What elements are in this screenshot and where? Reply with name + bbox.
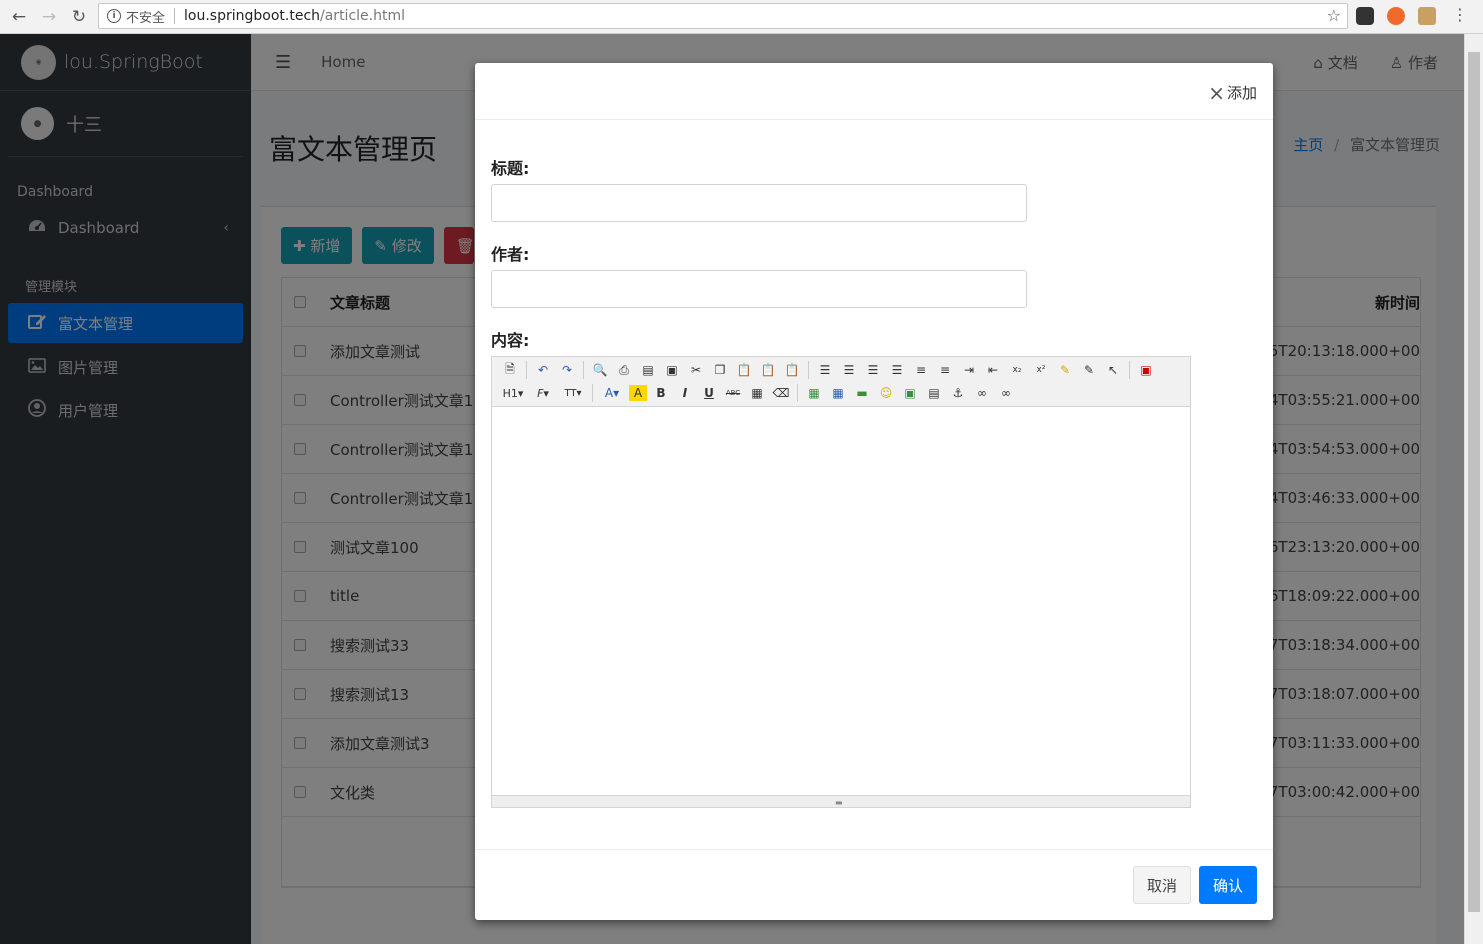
info-icon[interactable]: i bbox=[107, 9, 121, 23]
insert-image-icon[interactable]: ▦ bbox=[804, 383, 824, 403]
address-bar[interactable]: i 不安全 lou.springboot.tech/article.html ☆ bbox=[98, 3, 1348, 29]
editor-content-area[interactable] bbox=[492, 407, 1190, 795]
undo-icon[interactable]: ↶ bbox=[533, 360, 553, 380]
table-icon[interactable]: ▦ bbox=[828, 383, 848, 403]
forward-arrow-icon[interactable]: → bbox=[38, 6, 60, 28]
template-icon[interactable]: ▤ bbox=[638, 360, 658, 380]
quick-format-icon[interactable]: ↖ bbox=[1103, 360, 1123, 380]
page-break-icon[interactable]: ▤ bbox=[924, 383, 944, 403]
copy-icon[interactable]: ❐ bbox=[710, 360, 730, 380]
font-family-icon[interactable]: F▾ bbox=[530, 383, 556, 403]
redo-icon[interactable]: ↷ bbox=[557, 360, 577, 380]
subscript-icon[interactable]: x₂ bbox=[1007, 360, 1027, 380]
editor-statusbar: ▬ bbox=[492, 795, 1190, 807]
toolbar-divider bbox=[797, 384, 798, 402]
confirm-button[interactable]: 确认 bbox=[1199, 866, 1257, 904]
bold-icon[interactable]: B bbox=[651, 383, 671, 403]
modal-title: 添加 bbox=[1226, 84, 1257, 102]
modal-footer: 取消 确认 bbox=[475, 849, 1273, 920]
toolbar-divider bbox=[1129, 361, 1130, 379]
url-host: lou.springboot.tech bbox=[184, 8, 321, 24]
close-icon: × bbox=[1208, 80, 1225, 105]
strikethrough-icon[interactable]: ABC bbox=[723, 383, 743, 403]
align-center-icon[interactable]: ☰ bbox=[839, 360, 859, 380]
eraser-icon[interactable]: ⌫ bbox=[771, 383, 791, 403]
italic-icon[interactable]: I bbox=[675, 383, 695, 403]
address-divider bbox=[174, 8, 176, 24]
add-article-modal: × 添加 标题: 作者: 内容: 🗎 ↶ ↷ 🔍 ⎙ ▤ ▣ ✂ ❐ 📋 📋 📋… bbox=[475, 63, 1273, 920]
browser-chrome: ← → ↻ i 不安全 lou.springboot.tech/article.… bbox=[0, 0, 1483, 34]
modal-close-button[interactable]: × 添加 bbox=[1208, 82, 1257, 103]
ordered-list-icon[interactable]: ≡ bbox=[911, 360, 931, 380]
page-scrollbar[interactable] bbox=[1464, 34, 1483, 944]
editor-toolbar: 🗎 ↶ ↷ 🔍 ⎙ ▤ ▣ ✂ ❐ 📋 📋 📋 ☰ ☰ ☰ ☰ ≡ ≡ ⇥ ⇤ … bbox=[492, 357, 1190, 407]
extension-box-icon[interactable] bbox=[1418, 7, 1436, 25]
toolbar-divider bbox=[583, 361, 584, 379]
title-label: 标题: bbox=[491, 159, 530, 178]
resize-grip-icon[interactable]: ▬ bbox=[835, 798, 843, 807]
extension-orange-icon[interactable] bbox=[1387, 7, 1405, 25]
toolbar-divider bbox=[526, 361, 527, 379]
modal-header: × 添加 bbox=[475, 63, 1273, 120]
toolbar-divider bbox=[592, 384, 593, 402]
font-size-icon[interactable]: TT▾ bbox=[560, 383, 586, 403]
paste-icon[interactable]: 📋 bbox=[734, 360, 754, 380]
author-input[interactable] bbox=[491, 270, 1027, 308]
line-height-icon[interactable]: ▦ bbox=[747, 383, 767, 403]
outdent-icon[interactable]: ⇤ bbox=[983, 360, 1003, 380]
underline-icon[interactable]: U bbox=[699, 383, 719, 403]
paste-word-icon[interactable]: 📋 bbox=[782, 360, 802, 380]
code-icon[interactable]: ▣ bbox=[662, 360, 682, 380]
browser-menu-icon[interactable]: ⋮ bbox=[1452, 5, 1468, 24]
author-label: 作者: bbox=[491, 245, 530, 264]
highlight-color-icon[interactable]: A bbox=[629, 385, 647, 401]
bookmark-star-icon[interactable]: ☆ bbox=[1327, 6, 1341, 25]
source-code-icon[interactable]: 🗎 bbox=[500, 360, 520, 380]
cancel-button[interactable]: 取消 bbox=[1133, 866, 1191, 904]
align-left-icon[interactable]: ☰ bbox=[815, 360, 835, 380]
emoticon-icon[interactable]: ☺ bbox=[876, 383, 896, 403]
indent-icon[interactable]: ⇥ bbox=[959, 360, 979, 380]
print-icon[interactable]: ⎙ bbox=[614, 360, 634, 380]
url-path: /article.html bbox=[320, 8, 405, 24]
align-right-icon[interactable]: ☰ bbox=[863, 360, 883, 380]
align-justify-icon[interactable]: ☰ bbox=[887, 360, 907, 380]
unlink-icon[interactable]: ∞ bbox=[996, 383, 1016, 403]
insecure-label: 不安全 bbox=[126, 10, 166, 26]
evernote-extension-icon[interactable] bbox=[1356, 7, 1374, 25]
reload-icon[interactable]: ↻ bbox=[68, 6, 90, 28]
unordered-list-icon[interactable]: ≡ bbox=[935, 360, 955, 380]
paste-text-icon[interactable]: 📋 bbox=[758, 360, 778, 380]
font-color-icon[interactable]: A▾ bbox=[599, 383, 625, 403]
toolbar-divider bbox=[808, 361, 809, 379]
title-input[interactable] bbox=[491, 184, 1027, 222]
superscript-icon[interactable]: x² bbox=[1031, 360, 1051, 380]
heading-icon[interactable]: H1▾ bbox=[500, 383, 526, 403]
preview-icon[interactable]: 🔍 bbox=[590, 360, 610, 380]
content-label: 内容: bbox=[491, 331, 530, 350]
link-icon[interactable]: ∞ bbox=[972, 383, 992, 403]
horizontal-rule-icon[interactable]: ▬ bbox=[852, 383, 872, 403]
rich-text-editor: 🗎 ↶ ↷ 🔍 ⎙ ▤ ▣ ✂ ❐ 📋 📋 📋 ☰ ☰ ☰ ☰ ≡ ≡ ⇥ ⇤ … bbox=[491, 356, 1191, 808]
clear-format-icon[interactable]: ✎ bbox=[1055, 360, 1075, 380]
select-all-icon[interactable]: ✎ bbox=[1079, 360, 1099, 380]
anchor-icon[interactable]: ⚓ bbox=[948, 383, 968, 403]
scrollbar-thumb[interactable] bbox=[1468, 52, 1480, 912]
back-arrow-icon[interactable]: ← bbox=[8, 6, 30, 28]
fullscreen-icon[interactable]: ▣ bbox=[1136, 360, 1156, 380]
cut-icon[interactable]: ✂ bbox=[686, 360, 706, 380]
image-upload-icon[interactable]: ▣ bbox=[900, 383, 920, 403]
